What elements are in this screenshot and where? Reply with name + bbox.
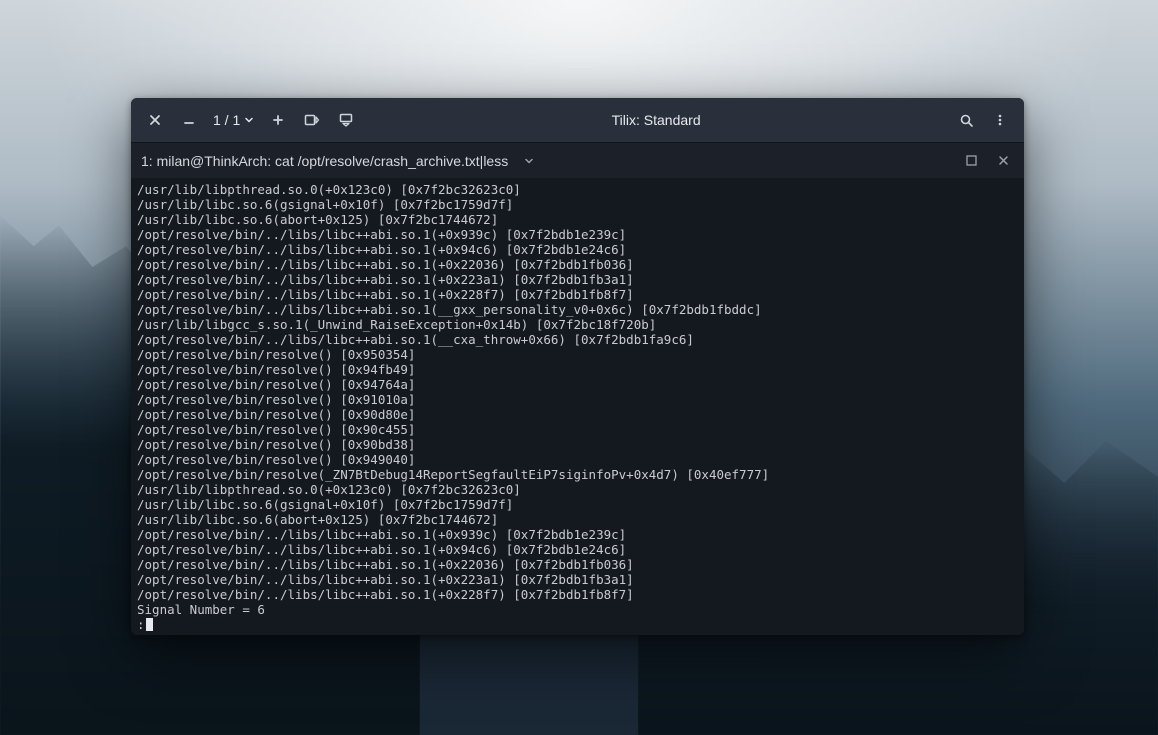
session-counter-text: 1 / 1 bbox=[213, 112, 240, 128]
less-prompt[interactable]: : bbox=[137, 617, 1018, 632]
close-window-button[interactable] bbox=[139, 104, 171, 136]
terminal-line: /opt/resolve/bin/resolve() [0x90c455] bbox=[137, 422, 1018, 437]
terminal-line: /usr/lib/libc.so.6(gsignal+0x10f) [0x7f2… bbox=[137, 197, 1018, 212]
maximize-pane-button[interactable] bbox=[960, 150, 982, 172]
terminal-line: /opt/resolve/bin/../libs/libc++abi.so.1(… bbox=[137, 257, 1018, 272]
close-pane-button[interactable] bbox=[992, 150, 1014, 172]
terminal-line: /opt/resolve/bin/../libs/libc++abi.so.1(… bbox=[137, 527, 1018, 542]
terminal-tab-title[interactable]: 1: milan@ThinkArch: cat /opt/resolve/cra… bbox=[141, 153, 508, 169]
terminal-line: /usr/lib/libc.so.6(abort+0x125) [0x7f2bc… bbox=[137, 512, 1018, 527]
terminal-line: /opt/resolve/bin/../libs/libc++abi.so.1(… bbox=[137, 542, 1018, 557]
terminal-line: /opt/resolve/bin/../libs/libc++abi.so.1(… bbox=[137, 587, 1018, 602]
terminal-output[interactable]: /usr/lib/libpthread.so.0(+0x123c0) [0x7f… bbox=[131, 178, 1024, 635]
chevron-down-icon bbox=[524, 156, 534, 166]
search-button[interactable] bbox=[950, 104, 982, 136]
terminal-line: Signal Number = 6 bbox=[137, 602, 1018, 617]
tilix-window: 1 / 1 Tilix: Standard bbox=[131, 98, 1024, 635]
terminal-line: /opt/resolve/bin/../libs/libc++abi.so.1(… bbox=[137, 227, 1018, 242]
new-session-button[interactable] bbox=[262, 104, 294, 136]
terminal-line: /usr/lib/libpthread.so.0(+0x123c0) [0x7f… bbox=[137, 182, 1018, 197]
desktop-wallpaper: 1 / 1 Tilix: Standard bbox=[0, 0, 1158, 735]
terminal-line: /opt/resolve/bin/resolve() [0x91010a] bbox=[137, 392, 1018, 407]
less-prompt-char: : bbox=[137, 617, 145, 632]
terminal-line: /opt/resolve/bin/../libs/libc++abi.so.1(… bbox=[137, 572, 1018, 587]
terminal-tabbar: 1: milan@ThinkArch: cat /opt/resolve/cra… bbox=[131, 142, 1024, 178]
terminal-line: /opt/resolve/bin/resolve() [0x90d80e] bbox=[137, 407, 1018, 422]
terminal-line: /opt/resolve/bin/../libs/libc++abi.so.1(… bbox=[137, 332, 1018, 347]
terminal-line: /opt/resolve/bin/resolve() [0x949040] bbox=[137, 452, 1018, 467]
menu-button[interactable] bbox=[984, 104, 1016, 136]
terminal-line: /opt/resolve/bin/resolve() [0x94764a] bbox=[137, 377, 1018, 392]
terminal-line: /opt/resolve/bin/resolve() [0x94fb49] bbox=[137, 362, 1018, 377]
terminal-line: /opt/resolve/bin/../libs/libc++abi.so.1(… bbox=[137, 557, 1018, 572]
session-counter[interactable]: 1 / 1 bbox=[207, 112, 260, 128]
terminal-line: /opt/resolve/bin/resolve() [0x90bd38] bbox=[137, 437, 1018, 452]
terminal-line: /opt/resolve/bin/../libs/libc++abi.so.1(… bbox=[137, 272, 1018, 287]
split-down-button[interactable] bbox=[330, 104, 362, 136]
terminal-line: /usr/lib/libc.so.6(abort+0x125) [0x7f2bc… bbox=[137, 212, 1018, 227]
cursor-icon bbox=[146, 618, 153, 631]
terminal-line: /usr/lib/libc.so.6(gsignal+0x10f) [0x7f2… bbox=[137, 497, 1018, 512]
chevron-down-icon bbox=[244, 115, 254, 125]
window-title: Tilix: Standard bbox=[362, 112, 950, 128]
terminal-line: /opt/resolve/bin/../libs/libc++abi.so.1(… bbox=[137, 302, 1018, 317]
split-right-button[interactable] bbox=[296, 104, 328, 136]
terminal-line: /opt/resolve/bin/../libs/libc++abi.so.1(… bbox=[137, 287, 1018, 302]
titlebar: 1 / 1 Tilix: Standard bbox=[131, 98, 1024, 142]
terminal-line: /opt/resolve/bin/resolve(_ZN7BtDebug14Re… bbox=[137, 467, 1018, 482]
tab-menu-dropdown[interactable] bbox=[518, 150, 540, 172]
terminal-line: /opt/resolve/bin/resolve() [0x950354] bbox=[137, 347, 1018, 362]
minimize-window-button[interactable] bbox=[173, 104, 205, 136]
terminal-line: /opt/resolve/bin/../libs/libc++abi.so.1(… bbox=[137, 242, 1018, 257]
terminal-line: /usr/lib/libpthread.so.0(+0x123c0) [0x7f… bbox=[137, 482, 1018, 497]
terminal-line: /usr/lib/libgcc_s.so.1(_Unwind_RaiseExce… bbox=[137, 317, 1018, 332]
